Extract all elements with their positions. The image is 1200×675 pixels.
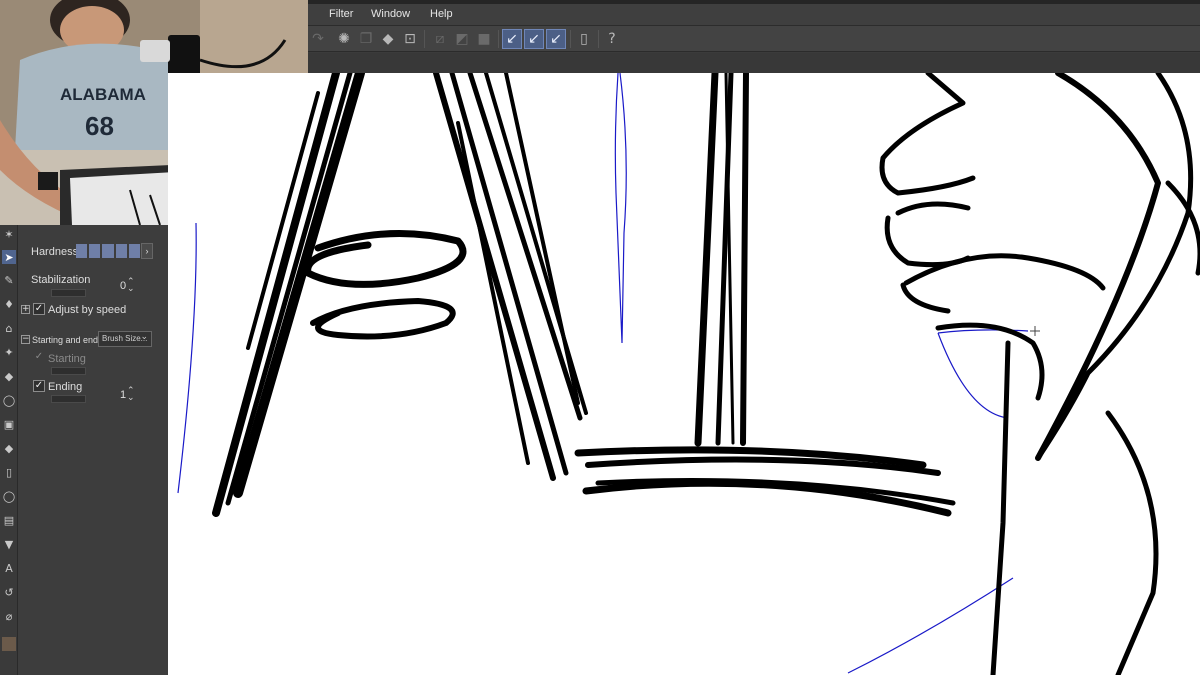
figure-icon[interactable]: ▯: [2, 465, 16, 479]
color-swatch-icon[interactable]: [2, 637, 16, 651]
menu-filter[interactable]: Filter: [329, 8, 353, 20]
toolbar-separator: [424, 30, 425, 48]
adjust-by-speed-label: Adjust by speed: [48, 304, 127, 316]
ending-checkbox[interactable]: ✓: [33, 380, 45, 392]
ending-value: 1: [120, 389, 127, 401]
starting-label: Starting: [48, 353, 86, 365]
ending-spinner[interactable]: ⌃ ⌄: [127, 387, 135, 403]
stabilize-icon-2[interactable]: ↙: [524, 29, 544, 49]
pencil-icon[interactable]: ✎: [2, 273, 16, 287]
text-icon[interactable]: ▼: [2, 537, 16, 551]
starting-slider[interactable]: [51, 367, 86, 375]
tool-property-panel: Hardness › Stabilization 0 ⌃ ⌄ + ✓ Adjust…: [18, 225, 168, 675]
frame-icon[interactable]: ◯: [2, 489, 16, 503]
app-window: Filter Window Help ↷ ✺ ❐ ◆ ⊡ ⧄ ◩ ■ ↙ ↙ ↙…: [0, 0, 1200, 675]
hardness-label: Hardness: [31, 246, 79, 258]
stabilization-slider[interactable]: [51, 289, 86, 297]
fill-icon[interactable]: ◆: [378, 29, 398, 49]
menu-help[interactable]: Help: [430, 8, 453, 20]
stabilization-label: Stabilization: [31, 274, 91, 286]
artwork: [177, 73, 1200, 675]
brush-icon[interactable]: ♦: [2, 297, 16, 311]
stabilization-spinner[interactable]: ⌃ ⌄: [127, 278, 135, 294]
drawing-canvas[interactable]: [168, 73, 1200, 675]
tool-strip: ✶ ➤ ✎ ♦ ⌂ ✦ ◆ ◯ ▣ ◆ ▯ ◯ ▤ ▼ A ↺ ⌀: [0, 225, 18, 675]
hardness-slider[interactable]: [76, 244, 141, 258]
ruler-icon[interactable]: ▤: [2, 513, 16, 527]
crosshair-cursor-icon: [1030, 326, 1040, 336]
loading-icon[interactable]: ✺: [334, 29, 354, 49]
toolbar-separator: [498, 30, 499, 48]
hardness-expand-button[interactable]: ›: [141, 243, 153, 259]
gradient-tool-icon[interactable]: ◆: [2, 441, 16, 455]
toolbar-separator: [598, 30, 599, 48]
svg-text:ALABAMA: ALABAMA: [60, 85, 146, 104]
ending-label: Ending: [48, 381, 83, 393]
correct-line-icon[interactable]: ↺: [2, 585, 16, 599]
redo-icon[interactable]: ↷: [308, 29, 328, 49]
adjust-expand-button[interactable]: +: [21, 305, 30, 314]
menu-window[interactable]: Window: [371, 8, 410, 20]
star-icon[interactable]: ✶: [2, 227, 16, 241]
stabilize-icon-1[interactable]: ↙: [502, 29, 522, 49]
adjust-by-speed-checkbox[interactable]: ✓: [33, 303, 45, 315]
starting-ending-dropdown[interactable]: Brush Size... ⌄: [98, 331, 152, 347]
help-icon[interactable]: ?: [602, 29, 622, 49]
stabilize-icon-3[interactable]: ↙: [546, 29, 566, 49]
gradient-icon[interactable]: ◩: [452, 29, 472, 49]
clear-icon[interactable]: ⧄: [430, 29, 450, 49]
blend-icon[interactable]: ◯: [2, 393, 16, 407]
ending-slider[interactable]: [51, 395, 86, 403]
decoration-icon[interactable]: ✦: [2, 345, 16, 359]
ink-strokes: [212, 73, 1200, 675]
airbrush-icon[interactable]: ⌂: [2, 321, 16, 335]
svg-text:68: 68: [85, 111, 114, 141]
eraser-icon[interactable]: ◆: [2, 369, 16, 383]
balloon-icon[interactable]: A: [2, 561, 16, 575]
stabilization-value: 0: [120, 280, 127, 292]
command-bar: ↷ ✺ ❐ ◆ ⊡ ⧄ ◩ ■ ↙ ↙ ↙ ▯ ?: [308, 26, 1200, 52]
chevron-down-icon: ⌄: [140, 332, 148, 342]
starting-checkbox[interactable]: ✓: [33, 352, 45, 364]
fill-tool-icon[interactable]: ▣: [2, 417, 16, 431]
blue-sketch-lines: [177, 73, 1029, 674]
toolbar-gap: [308, 53, 1200, 73]
transform-icon[interactable]: ⊡: [400, 29, 420, 49]
title-strip: [308, 0, 1200, 4]
copy-icon[interactable]: ❐: [356, 29, 376, 49]
eyedropper-icon[interactable]: ⌀: [2, 609, 16, 623]
toolbar-separator: [570, 30, 571, 48]
device-icon[interactable]: ▯: [574, 29, 594, 49]
menu-bar: Filter Window Help: [308, 0, 1200, 26]
stop-icon[interactable]: ■: [474, 29, 494, 49]
starting-ending-collapse-button[interactable]: −: [21, 335, 30, 344]
pen-icon[interactable]: ➤: [2, 250, 16, 264]
